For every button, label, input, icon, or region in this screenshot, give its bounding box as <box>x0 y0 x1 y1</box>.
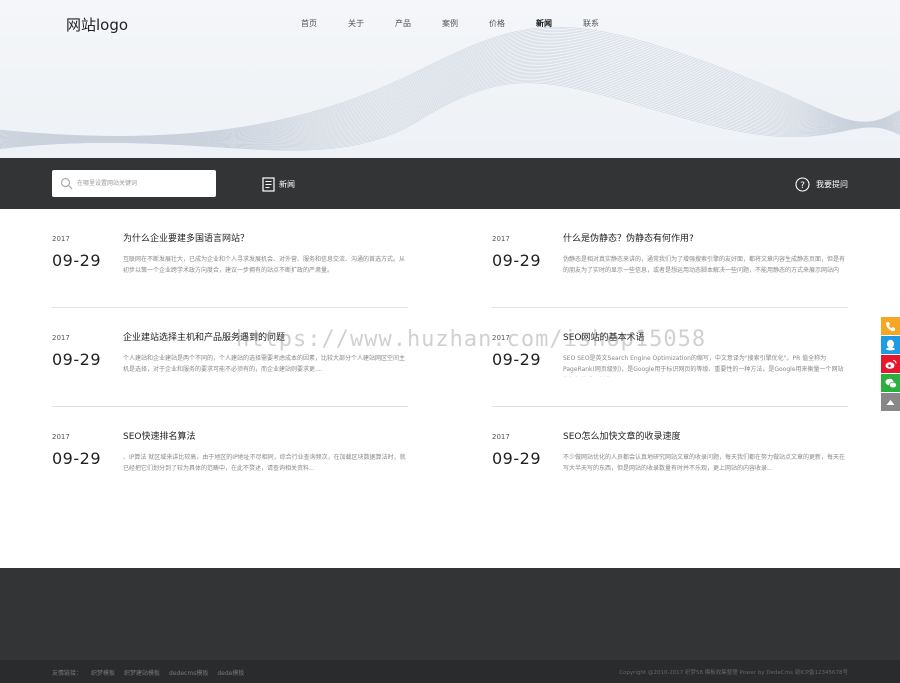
wechat-button[interactable] <box>881 374 900 392</box>
phone-icon <box>886 321 895 331</box>
back-to-top-icon <box>886 399 895 405</box>
nav-item-products[interactable]: 产品 <box>395 18 411 29</box>
main-nav: 首页 关于 产品 案例 价格 新闻 联系 <box>0 18 900 32</box>
wave-line <box>0 70 900 145</box>
article-summary: 、IP算法 就区域来讲比较高，由于地区的IP地址不尽相同，综合行业查询频次，在加… <box>123 454 406 472</box>
article-date: 09-29 <box>492 449 541 468</box>
search-input[interactable] <box>77 174 211 193</box>
article-item[interactable]: 2017 09-29 SEO快速排名算法 、IP算法 就区域来讲比较高，由于地区… <box>52 407 408 506</box>
weibo-button[interactable] <box>881 355 900 373</box>
article-title[interactable]: 为什么企业要建多国语言网站？ <box>123 231 249 244</box>
article-summary: 个人建站和企业建站是两个不同的，个人建站的选择需要考虑成本的因素，比较大部分个人… <box>123 355 406 373</box>
article-summary: 伪静态是相对真实静态来讲的，通常我们为了增强搜索引擎的友好面，都将文章内容生成静… <box>563 256 846 274</box>
article-summary: 不少做网站优化的人员都会认真地研究网站文章的收录问题，每天我们都在努力做站点文章… <box>563 454 846 472</box>
copyright: Copyright @2010-2017 织梦58 模板收集整理 Power b… <box>619 670 848 676</box>
qq-button[interactable] <box>881 336 900 354</box>
friend-link[interactable]: dedecms模板 <box>169 668 208 677</box>
article-summary: 互联网在不断发展壮大，已成为企业和个人寻求发展机会、对外营、服务和信息交流、沟通… <box>123 256 406 274</box>
article-year: 2017 <box>52 433 70 441</box>
article-date: 09-29 <box>492 251 541 270</box>
article-item[interactable]: 2017 09-29 什么是伪静态？伪静态有何作用? 伪静态是相对真实静态来讲的… <box>492 209 848 308</box>
phone-button[interactable] <box>881 317 900 335</box>
article-title[interactable]: SEO怎么加快文章的收录速度 <box>563 429 680 442</box>
wechat-icon <box>885 378 897 388</box>
article-title[interactable]: SEO快速排名算法 <box>123 429 195 442</box>
toolbar: 新闻 ? 我要提问 <box>0 158 900 209</box>
friend-links-label: 友情链接： <box>52 670 83 677</box>
article-title[interactable]: 什么是伪静态？伪静态有何作用? <box>563 231 694 244</box>
article-item[interactable]: 2017 09-29 SEO怎么加快文章的收录速度 不少做网站优化的人员都会认真… <box>492 407 848 506</box>
weibo-icon <box>885 359 896 369</box>
article-year: 2017 <box>52 235 70 243</box>
footer <box>0 568 900 660</box>
document-icon <box>262 176 275 192</box>
nav-item-home[interactable]: 首页 <box>301 18 317 29</box>
article-title[interactable]: SEO网站的基本术语 <box>563 330 644 343</box>
article-year: 2017 <box>492 235 510 243</box>
friend-link[interactable]: dede模板 <box>217 668 244 677</box>
article-date: 09-29 <box>492 350 541 369</box>
friend-links: 友情链接： 织梦模板 织梦建站模板 dedecms模板 dede模板 <box>52 668 244 677</box>
ask-question-label: 我要提问 <box>816 179 848 189</box>
nav-item-price[interactable]: 价格 <box>489 18 505 29</box>
news-category-link[interactable]: 新闻 <box>262 176 295 192</box>
article-year: 2017 <box>52 334 70 342</box>
article-year: 2017 <box>492 433 510 441</box>
question-circle-icon: ? <box>795 176 810 192</box>
search-box <box>52 170 216 197</box>
friend-link[interactable]: 织梦建站模板 <box>124 668 160 677</box>
nav-item-cases[interactable]: 案例 <box>442 18 458 29</box>
article-year: 2017 <box>492 334 510 342</box>
article-date: 09-29 <box>52 449 101 468</box>
news-category-label: 新闻 <box>279 179 295 189</box>
header-banner: 网站logo 首页 关于 产品 案例 价格 新闻 联系 <box>0 0 900 158</box>
article-item[interactable]: 2017 09-29 为什么企业要建多国语言网站？ 互联网在不断发展壮大，已成为… <box>52 209 408 308</box>
back-to-top-button[interactable] <box>881 393 900 411</box>
nav-item-about[interactable]: 关于 <box>348 18 364 29</box>
nav-item-contact[interactable]: 联系 <box>583 18 599 29</box>
article-date: 09-29 <box>52 350 101 369</box>
article-item[interactable]: 2017 09-29 SEO网站的基本术语 SEO SEO是英文Search E… <box>492 308 848 407</box>
friend-link[interactable]: 织梦模板 <box>91 668 115 677</box>
ask-question-link[interactable]: ? 我要提问 <box>795 176 848 192</box>
article-title[interactable]: 企业建站选择主机和产品服务遇到的问题 <box>123 330 285 343</box>
svg-text:?: ? <box>800 180 805 190</box>
article-date: 09-29 <box>52 251 101 270</box>
footer-bottom-bar: 友情链接： 织梦模板 织梦建站模板 dedecms模板 dede模板 Copyr… <box>0 660 900 683</box>
qq-icon <box>886 339 895 351</box>
search-icon[interactable] <box>60 177 73 190</box>
nav-item-news[interactable]: 新闻 <box>536 18 552 29</box>
article-item[interactable]: 2017 09-29 企业建站选择主机和产品服务遇到的问题 个人建站和企业建站是… <box>52 308 408 407</box>
article-summary: SEO SEO是英文Search Engine Optimization的缩写，… <box>563 355 844 373</box>
side-float-bar <box>881 317 900 412</box>
